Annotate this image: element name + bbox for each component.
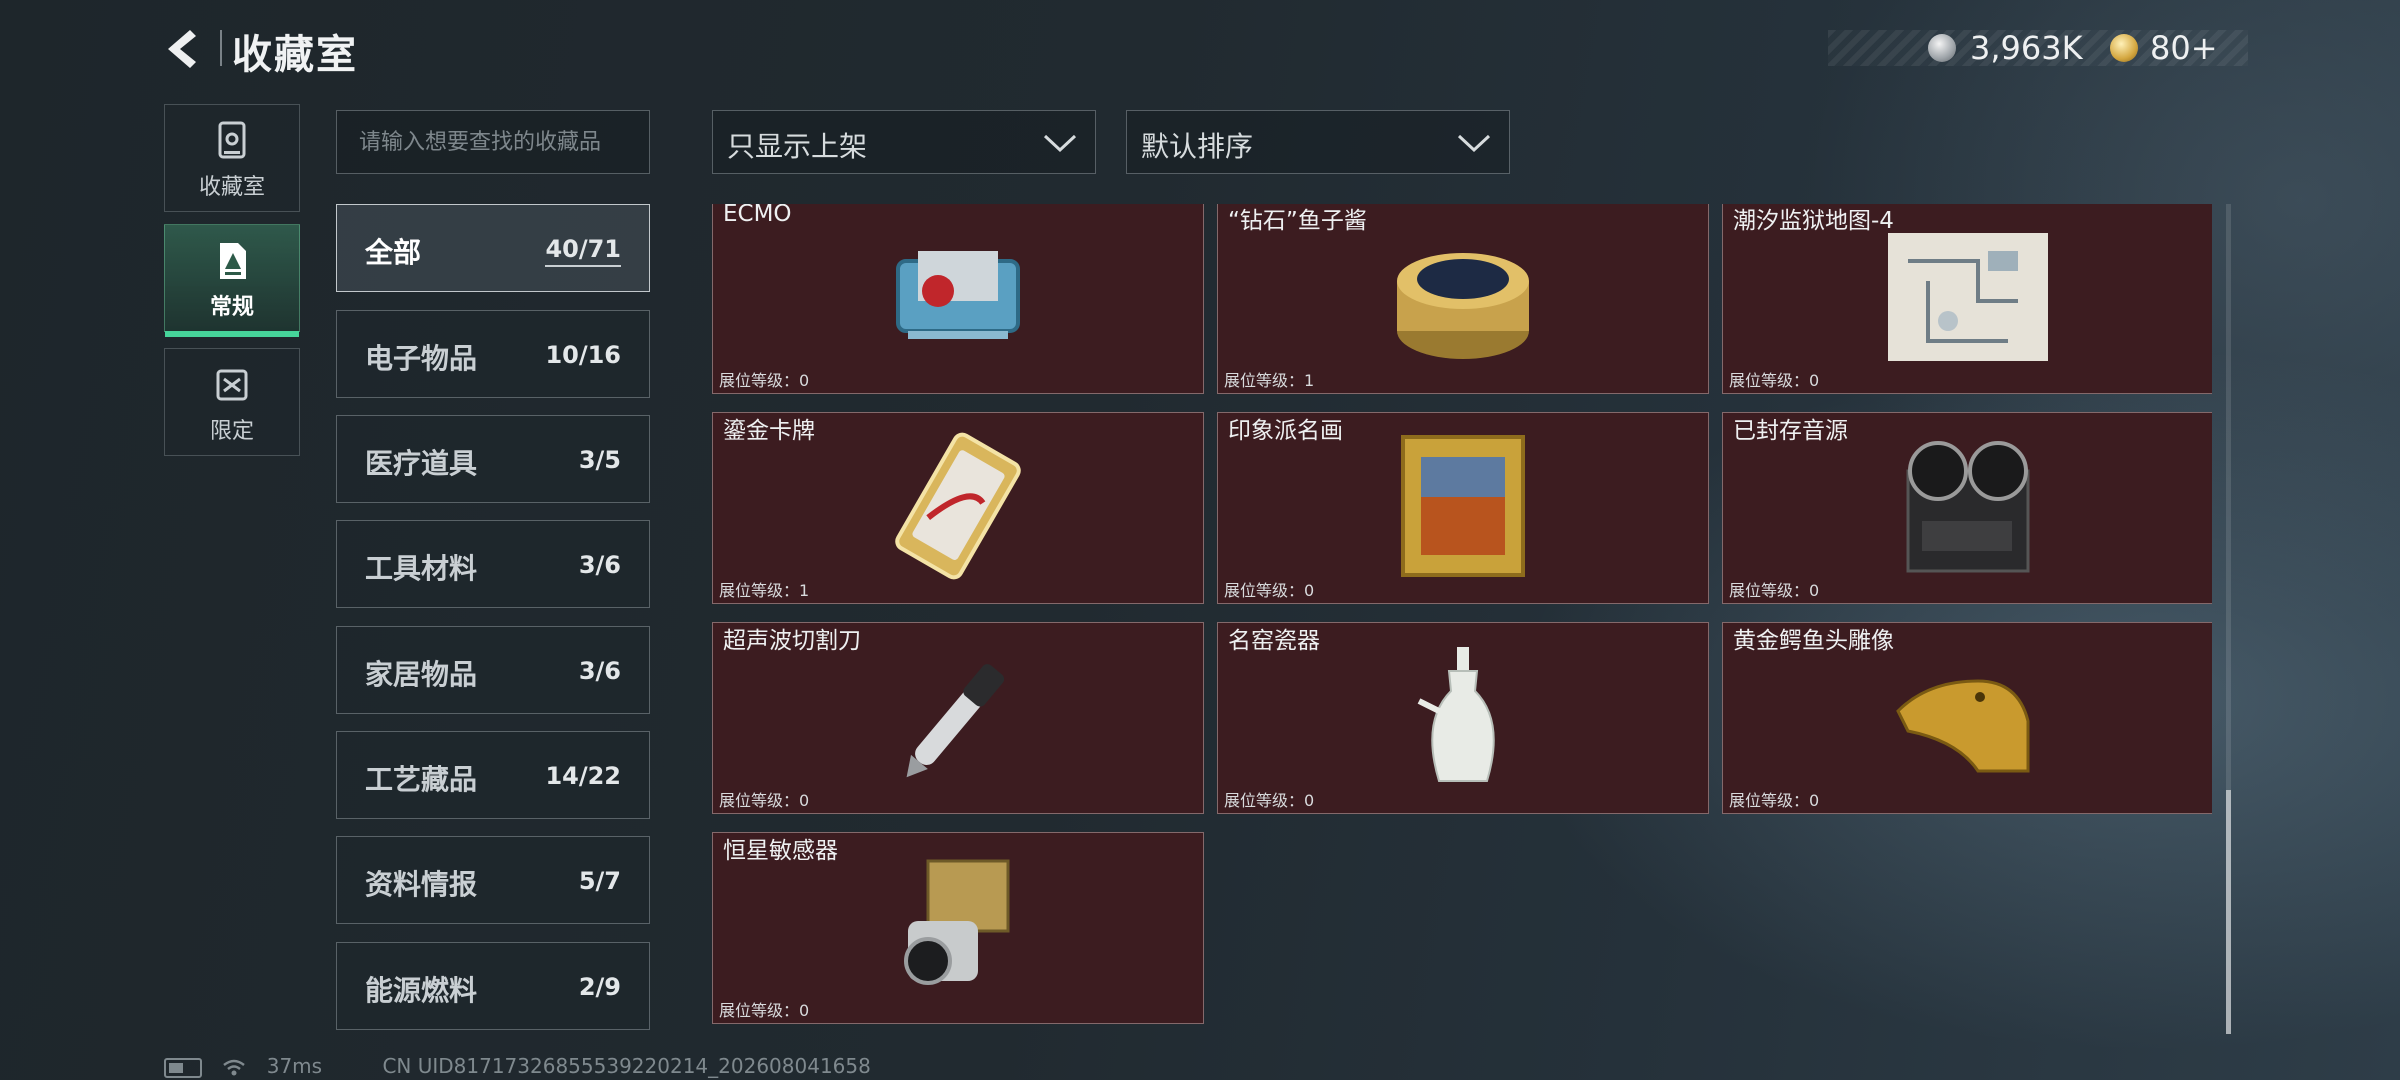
item-card-star-sensor[interactable]: 恒星敏感器 展位等级：0 — [712, 832, 1204, 1024]
category-energy[interactable]: 能源燃料 2/9 — [336, 942, 650, 1030]
regular-icon — [220, 243, 246, 279]
title-separator — [220, 30, 222, 66]
item-card-gilded-card[interactable]: 鎏金卡牌 展位等级：1 — [712, 412, 1204, 604]
item-card-ultrasonic-cutter[interactable]: 超声波切割刀 展位等级：0 — [712, 622, 1204, 814]
category-household[interactable]: 家居物品 3/6 — [336, 626, 650, 714]
booth-level: 展位等级：0 — [1224, 791, 1315, 810]
golden-crocodile-head-icon — [1896, 679, 2030, 773]
caviar-tin-icon — [1397, 253, 1529, 359]
display-filter-dropdown[interactable]: 只显示上架 — [712, 110, 1096, 174]
item-name: 印象派名画 — [1228, 418, 1343, 444]
sort-value: 默认排序 — [1141, 130, 1254, 163]
chevron-down-icon — [1043, 134, 1077, 153]
battery-icon — [164, 1057, 202, 1078]
booth-level: 展位等级：0 — [719, 791, 810, 810]
item-name: 鎏金卡牌 — [723, 418, 815, 444]
category-electronics[interactable]: 电子物品 10/16 — [336, 310, 650, 398]
item-name: 名窑瓷器 — [1228, 628, 1320, 654]
booth-level: 展位等级：1 — [1224, 371, 1315, 390]
tab-label: 限定 — [209, 419, 254, 444]
item-card-sealed-audio[interactable]: 已封存音源 展位等级：0 — [1722, 412, 2212, 604]
item-name: 已封存音源 — [1733, 418, 1848, 444]
framed-painting-icon — [1401, 435, 1525, 577]
gilded-card-icon — [895, 432, 1021, 580]
booth-level: 展位等级：0 — [1729, 371, 1820, 390]
gold-coin-icon — [2110, 34, 2138, 62]
item-name: 潮汐监狱地图-4 — [1733, 208, 1894, 234]
item-name: ECMO — [723, 204, 792, 227]
item-name: 恒星敏感器 — [723, 838, 838, 864]
item-card-painting[interactable]: 印象派名画 展位等级：0 — [1217, 412, 1709, 604]
category-all[interactable]: 全部 40/71 — [336, 204, 650, 292]
category-count: 3/6 — [578, 551, 621, 579]
tab-regular[interactable]: 常规 — [164, 224, 300, 337]
category-name: 工具材料 — [365, 552, 478, 585]
prison-map-icon — [1888, 233, 2048, 361]
item-name: “钻石”鱼子酱 — [1228, 208, 1367, 234]
category-medical[interactable]: 医疗道具 3/5 — [336, 415, 650, 503]
booth-level: 展位等级：0 — [719, 371, 810, 390]
back-arrow-icon — [168, 30, 196, 68]
ultrasonic-cutter-icon — [906, 664, 1005, 778]
item-card-caviar[interactable]: “钻石”鱼子酱 展位等级：1 — [1217, 204, 1709, 394]
booth-level: 展位等级：1 — [719, 581, 810, 600]
category-name: 全部 — [365, 236, 422, 269]
silver-balance: 3,963K — [1970, 29, 2083, 67]
reel-to-reel-recorder-icon — [1906, 441, 2030, 573]
category-name: 工艺藏品 — [365, 763, 478, 796]
category-name: 医疗道具 — [365, 447, 478, 480]
item-name: 超声波切割刀 — [723, 628, 861, 654]
category-tools[interactable]: 工具材料 3/6 — [336, 520, 650, 608]
limited-icon — [216, 369, 248, 401]
gold-balance: 80+ — [2150, 29, 2218, 67]
category-name: 资料情报 — [365, 868, 478, 901]
porcelain-vase-icon — [1417, 647, 1495, 782]
display-filter-value: 只显示上架 — [727, 130, 868, 163]
item-card-porcelain[interactable]: 名窑瓷器 展位等级：0 — [1217, 622, 1709, 814]
tab-label: 常规 — [209, 295, 254, 320]
category-count: 2/9 — [578, 973, 621, 1001]
category-count: 14/22 — [545, 762, 621, 790]
booth-level: 展位等级：0 — [719, 1001, 810, 1020]
item-card-prison-map[interactable]: 潮汐监狱地图-4 展位等级：0 — [1722, 204, 2212, 394]
category-name: 家居物品 — [365, 658, 478, 691]
sort-dropdown[interactable]: 默认排序 — [1126, 110, 1510, 174]
item-grid: ECMO 展位等级：0 “钻石”鱼子酱 展位等级：1 潮汐监狱地图-4 展位等级… — [712, 204, 2212, 1034]
category-count: 3/5 — [578, 446, 621, 474]
scrollbar-thumb[interactable] — [2226, 790, 2231, 1034]
currency-bar: 3,963K 80+ — [1828, 30, 2248, 66]
item-card-ecmo[interactable]: ECMO 展位等级：0 — [712, 204, 1204, 394]
star-sensor-icon — [904, 859, 1010, 985]
silver-coin-icon — [1928, 34, 1956, 62]
page-title: 收藏室 — [232, 32, 358, 78]
item-name: 黄金鳄鱼头雕像 — [1733, 628, 1894, 654]
item-card-golden-crocodile[interactable]: 黄金鳄鱼头雕像 展位等级：0 — [1722, 622, 2212, 814]
tab-collection-room[interactable]: 收藏室 — [164, 104, 300, 212]
booth-level: 展位等级：0 — [1729, 791, 1820, 810]
category-count: 3/6 — [578, 657, 621, 685]
booth-level: 展位等级：0 — [1224, 581, 1315, 600]
ping-value: 37ms — [266, 1054, 323, 1078]
category-count: 10/16 — [545, 341, 621, 369]
chevron-down-icon — [1457, 134, 1491, 153]
category-intel[interactable]: 资料情报 5/7 — [336, 836, 650, 924]
tab-label: 收藏室 — [198, 175, 265, 200]
wifi-icon — [222, 1054, 252, 1078]
tab-limited[interactable]: 限定 — [164, 348, 300, 456]
collection-room-icon — [218, 121, 246, 159]
search-input[interactable] — [336, 110, 650, 174]
category-name: 能源燃料 — [365, 974, 478, 1007]
category-crafts[interactable]: 工艺藏品 14/22 — [336, 731, 650, 819]
ecmo-machine-icon — [896, 251, 1020, 339]
category-name: 电子物品 — [365, 342, 478, 375]
category-count: 40/71 — [545, 235, 621, 267]
uid-text: CN UID81717326855539220214_202608041658 — [382, 1054, 871, 1078]
booth-level: 展位等级：0 — [1729, 581, 1820, 600]
category-count: 5/7 — [578, 867, 621, 895]
status-bar: 37ms CN UID81717326855539220214_20260804… — [164, 1054, 885, 1080]
back-button[interactable] — [160, 26, 206, 72]
